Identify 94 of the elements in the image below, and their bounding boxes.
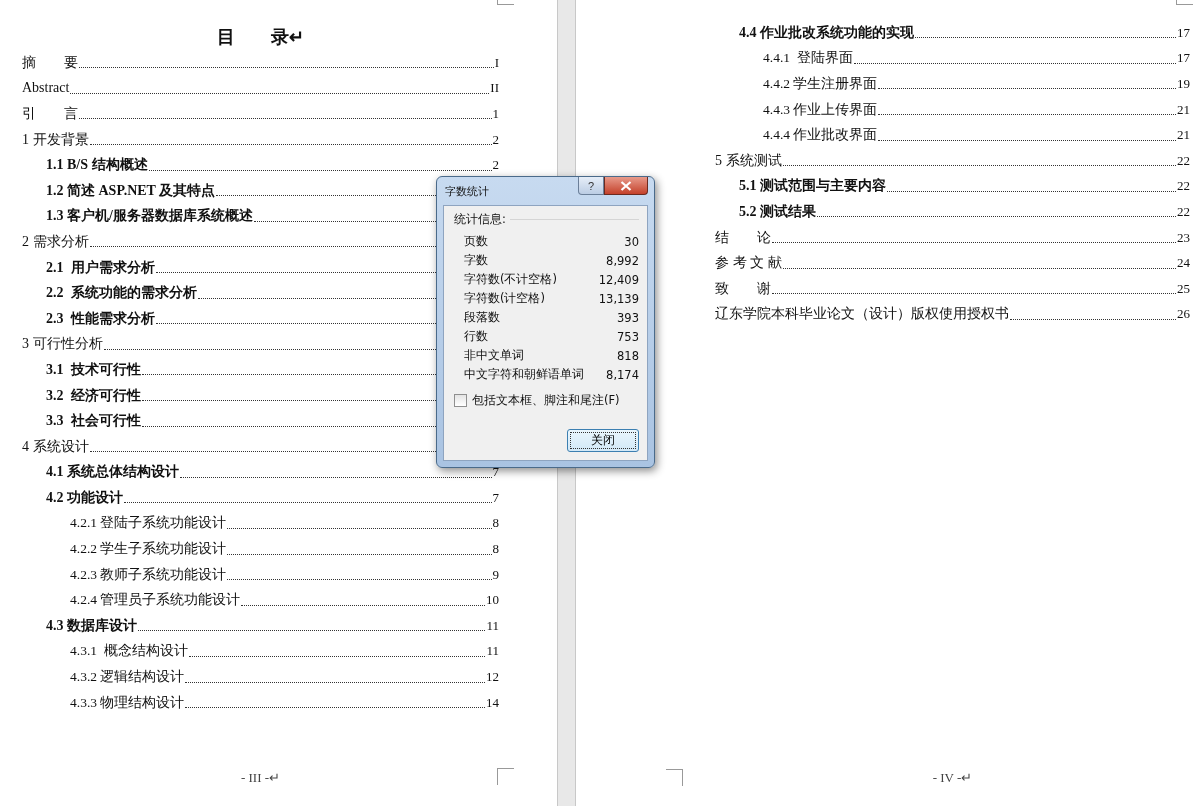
toc-entry-title: 2 需求分析 bbox=[22, 232, 89, 251]
toc-entry-title: 摘 要 bbox=[22, 53, 78, 72]
toc-page-number: 22 bbox=[1177, 152, 1190, 169]
toc-entry-title: 1.3 客户机/服务器数据库系统概述 bbox=[46, 207, 253, 226]
toc-page-number: 26 bbox=[1177, 306, 1190, 323]
close-icon bbox=[620, 180, 632, 191]
help-button[interactable]: ? bbox=[578, 177, 604, 195]
toc-entry-title: 4.2.3 教师子系统功能设计 bbox=[70, 565, 227, 584]
toc-heading: 目 录↵ bbox=[216, 26, 305, 49]
toc-entry-title: 2.1 用户需求分析 bbox=[46, 258, 155, 277]
toc-entry-title: 4.4.3 作业上传界面 bbox=[763, 100, 878, 119]
stat-label: 非中文单词 bbox=[464, 348, 524, 363]
toc-entry-title: 3.3 社会可行性 bbox=[46, 412, 141, 431]
stat-value: 393 bbox=[617, 310, 639, 325]
toc-entry-title: 4.3.2 逻辑结构设计 bbox=[70, 668, 185, 687]
toc-entry-title: 1.2 简述 ASP.NET 及其特点 bbox=[46, 181, 216, 200]
toc-entry-title: 4.4.1 登陆界面 bbox=[763, 49, 853, 68]
close-dialog-button[interactable]: 关闭 bbox=[567, 429, 639, 452]
toc-entry-title: 结 论 bbox=[715, 228, 771, 247]
toc-page-number: 11 bbox=[486, 617, 499, 634]
toc-entry-title: 4.2.2 学生子系统功能设计 bbox=[70, 540, 227, 559]
toc-entry-title: 4.4 作业批改系统功能的实现 bbox=[739, 23, 914, 42]
checkbox[interactable] bbox=[454, 394, 467, 407]
toc-entry-title: 3.1 技术可行性 bbox=[46, 360, 141, 379]
close-button[interactable] bbox=[604, 177, 648, 195]
toc-page-number: 12 bbox=[486, 669, 499, 686]
toc-page-number: 17 bbox=[1177, 50, 1190, 67]
toc-page-number: 22 bbox=[1177, 178, 1190, 195]
stat-value: 12,409 bbox=[598, 272, 639, 287]
stat-value: 8,174 bbox=[606, 367, 639, 382]
toc-page-number: 10 bbox=[486, 592, 499, 609]
toc-page-number: 14 bbox=[486, 694, 499, 711]
toc-page-number: 11 bbox=[486, 643, 499, 660]
toc-page-number: 2 bbox=[492, 157, 499, 174]
toc-page-number: 7 bbox=[492, 464, 499, 481]
toc-entry-title: 4.3 数据库设计 bbox=[46, 616, 137, 635]
toc-entry-title: 辽东学院本科毕业论文（设计）版权使用授权书 bbox=[715, 305, 1009, 324]
toc-entry-title: 2.3 性能需求分析 bbox=[46, 309, 155, 328]
toc-page-number: I bbox=[494, 54, 499, 71]
toc-entry-title: 5.2 测试结果 bbox=[739, 202, 816, 221]
toc-page-number: 24 bbox=[1177, 255, 1190, 272]
toc-entry-title: 4.2.1 登陆子系统功能设计 bbox=[70, 514, 227, 533]
stat-label: 段落数 bbox=[464, 310, 500, 325]
toc-entry-title: 4.3.3 物理结构设计 bbox=[70, 693, 185, 712]
stat-value: 13,139 bbox=[598, 291, 639, 306]
toc-page-number: 21 bbox=[1177, 127, 1190, 144]
toc-page-number: 17 bbox=[1177, 24, 1190, 41]
toc-entry-title: 4.1 系统总体结构设计 bbox=[46, 463, 179, 482]
toc-entry-title: 1 开发背景 bbox=[22, 130, 89, 149]
toc-page-number: 1 bbox=[492, 106, 499, 122]
stat-value: 818 bbox=[617, 348, 639, 363]
checkbox-label[interactable]: 包括文本框、脚注和尾注(F) bbox=[472, 393, 620, 408]
toc-entry-title: 引 言 bbox=[22, 105, 78, 123]
toc-entry-title: 4 系统设计 bbox=[22, 437, 89, 456]
toc-entry-title: 致 谢 bbox=[715, 279, 771, 298]
stat-label: 行数 bbox=[464, 329, 488, 344]
toc-page-number: II bbox=[490, 80, 499, 97]
stat-value: 753 bbox=[617, 329, 639, 344]
toc-page-number: 7 bbox=[492, 489, 499, 506]
toc-page-number: 9 bbox=[492, 566, 499, 583]
toc-entry-title: 4.2 功能设计 bbox=[46, 488, 123, 507]
crop-mark bbox=[497, 768, 514, 785]
stat-value: 8,992 bbox=[606, 253, 639, 268]
toc-entry-title: 4.4.4 作业批改界面 bbox=[763, 126, 878, 145]
toc-page-number: 2 bbox=[492, 131, 499, 148]
toc-entry-title: 4.2.4 管理员子系统功能设计 bbox=[70, 591, 241, 610]
stat-label: 页数 bbox=[464, 234, 488, 249]
page-number: - III -↵ bbox=[240, 770, 281, 785]
toc-page-number: 25 bbox=[1177, 280, 1190, 297]
toc-entry-title: 4.3.1 概念结构设计 bbox=[70, 642, 188, 661]
toc-entry-title: 3 可行性分析 bbox=[22, 335, 103, 354]
page-number: - IV -↵ bbox=[932, 770, 973, 785]
stat-label: 字数 bbox=[464, 253, 488, 268]
toc-page-number: 22 bbox=[1177, 203, 1190, 220]
toc-page-number: 8 bbox=[492, 541, 499, 558]
toc-entry-title: 5.1 测试范围与主要内容 bbox=[739, 177, 886, 196]
toc-entry-title: 5 系统测试 bbox=[715, 151, 782, 170]
dialog-title: 字数统计 bbox=[444, 183, 489, 199]
toc-page-number: 19 bbox=[1177, 76, 1190, 92]
toc-entry-title: 4.4.2 学生注册界面 bbox=[763, 75, 878, 93]
crop-mark bbox=[666, 769, 683, 786]
toc-entry-title: 3.2 经济可行性 bbox=[46, 386, 141, 405]
toc-entry-title: 2.2 系统功能的需求分析 bbox=[46, 284, 197, 303]
stat-value: 30 bbox=[624, 234, 639, 249]
group-label: 统计信息: bbox=[454, 212, 506, 227]
toc-entry-title: 1.1 B/S 结构概述 bbox=[46, 156, 148, 175]
stat-label: 字符数(计空格) bbox=[464, 291, 545, 306]
toc-page-number: 21 bbox=[1177, 101, 1190, 118]
toc-page-number: 23 bbox=[1177, 229, 1190, 246]
toc-entry-title: 参 考 文 献 bbox=[715, 254, 782, 273]
toc-page-number: 8 bbox=[492, 515, 499, 532]
stat-label: 中文字符和朝鲜语单词 bbox=[464, 367, 584, 382]
stat-label: 字符数(不计空格) bbox=[464, 272, 557, 287]
toc-entry-title: Abstract bbox=[22, 80, 70, 97]
